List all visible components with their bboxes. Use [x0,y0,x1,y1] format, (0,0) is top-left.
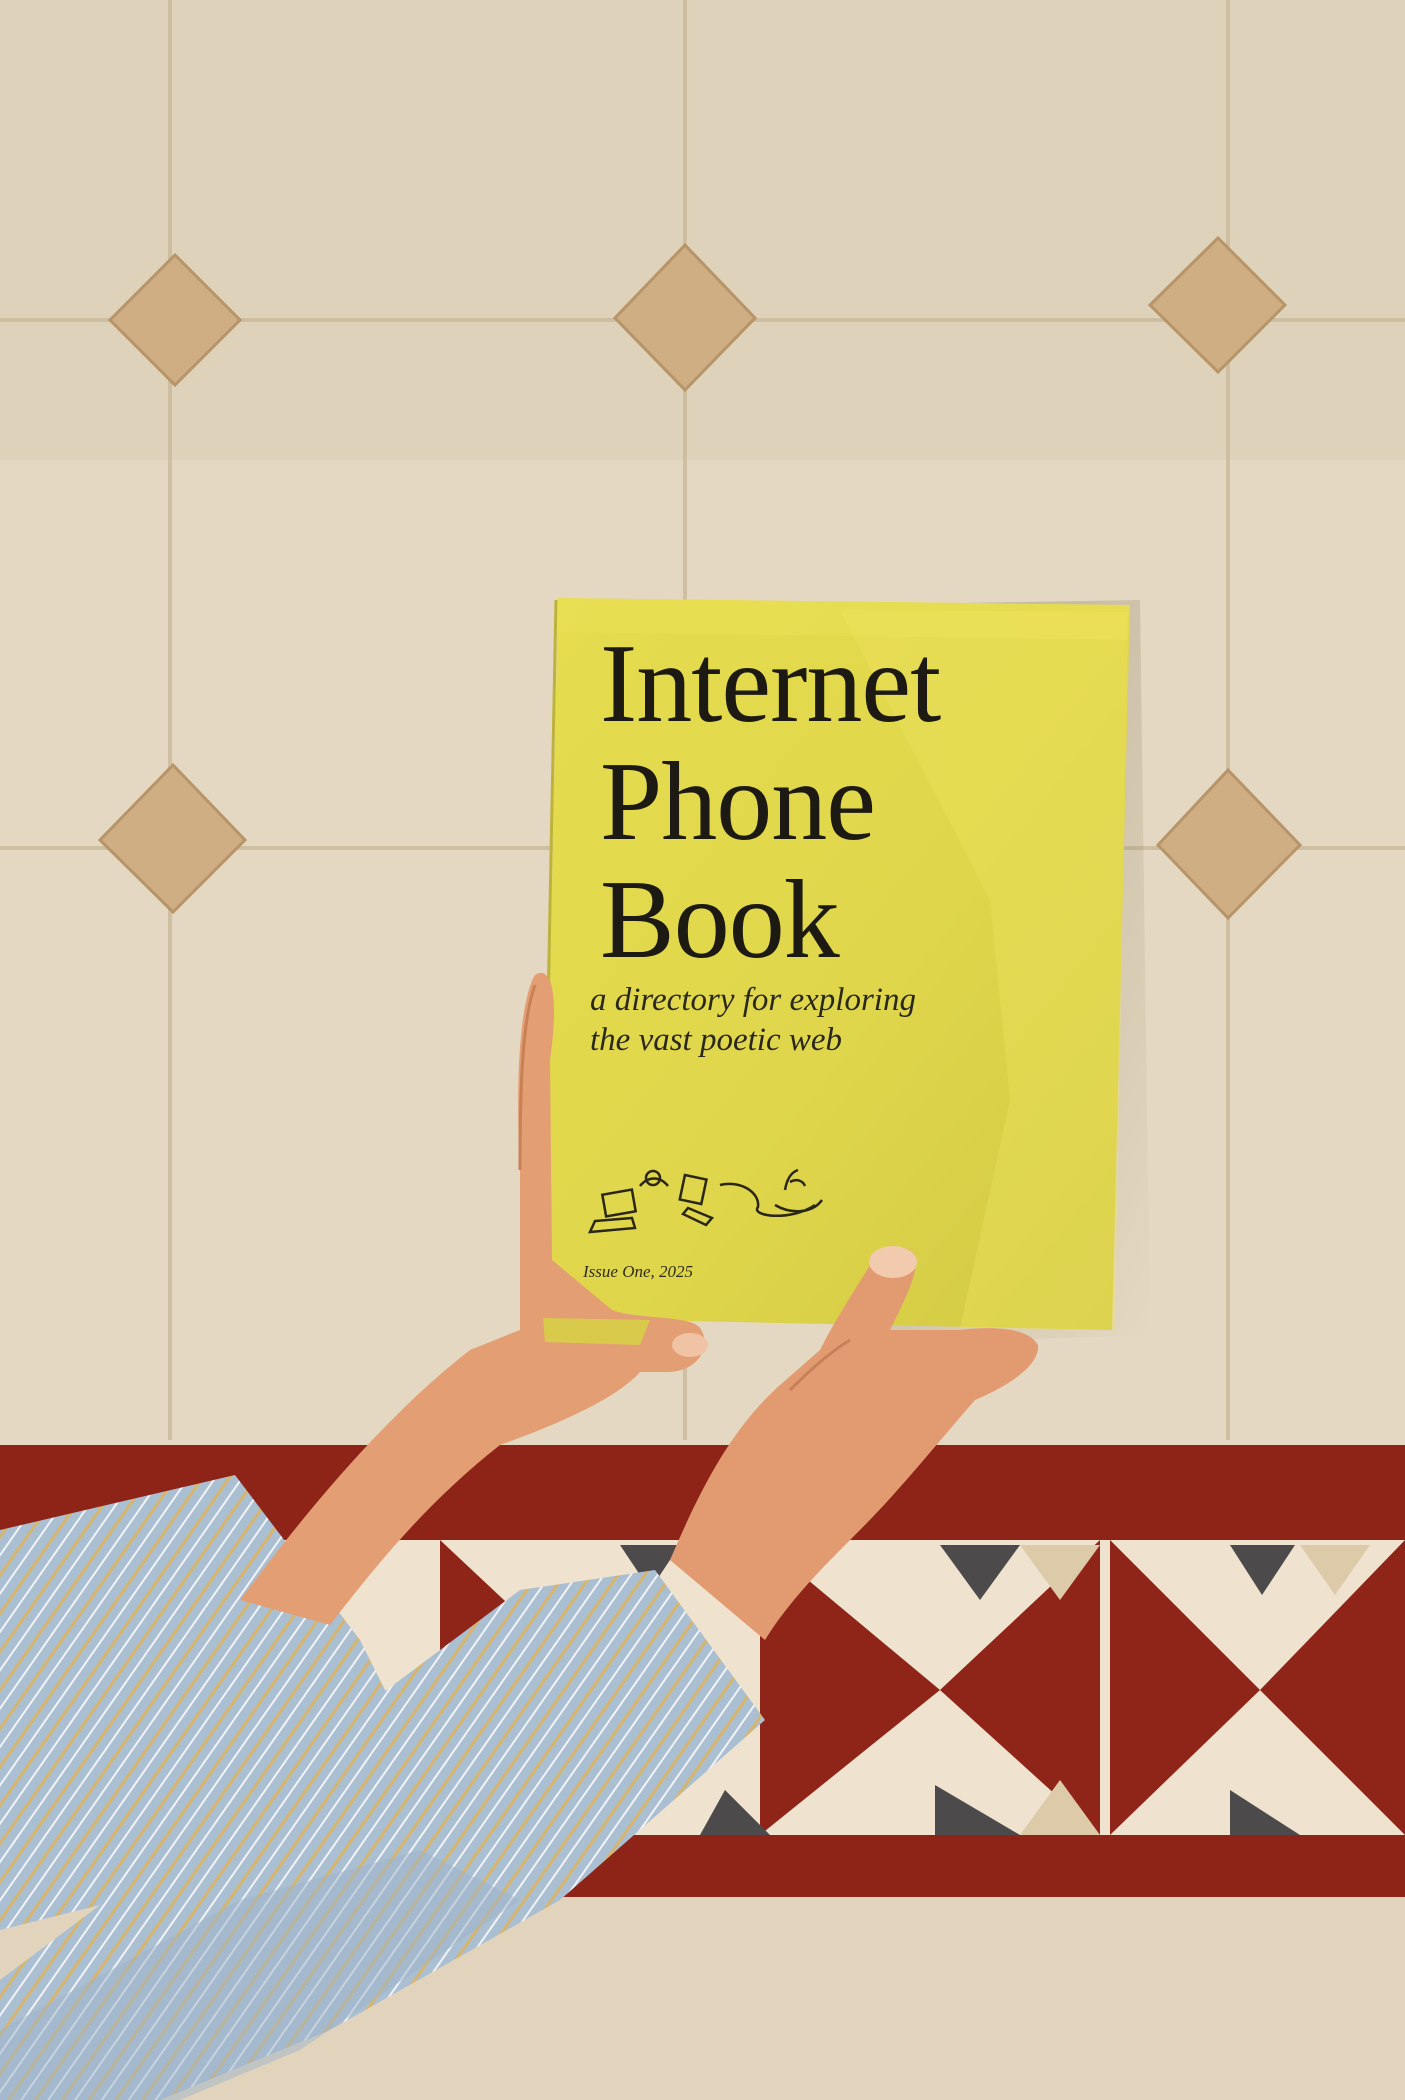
book-issue-label: Issue One, 2025 [583,1262,694,1281]
book-title-line-3: Book [600,858,840,982]
book-subtitle-line-1: a directory for exploring [590,982,916,1018]
book-title-line-2: Phone [600,740,876,864]
book-subtitle-line-2: the vast poetic web [590,1022,843,1058]
book-title-line-1: Internet [600,622,941,746]
